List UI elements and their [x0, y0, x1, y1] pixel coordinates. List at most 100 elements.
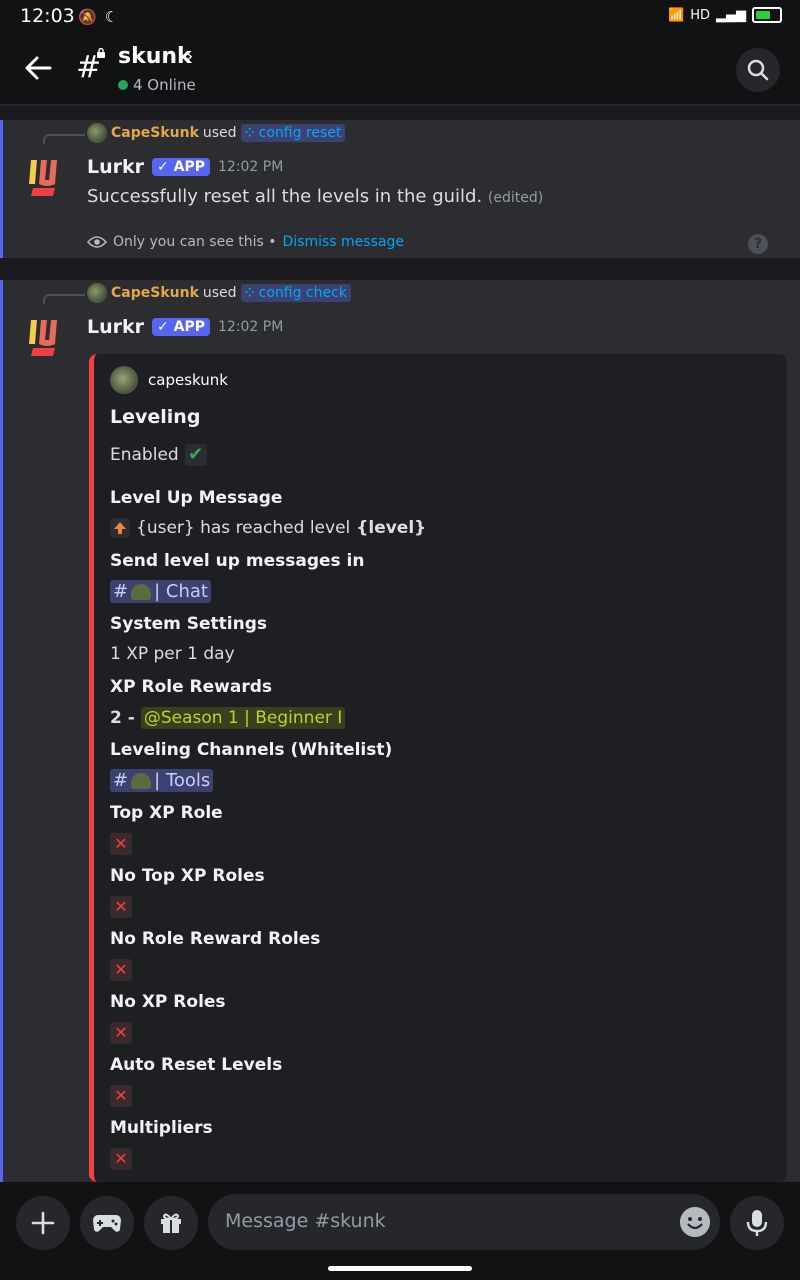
channel-mention-text: | Tools	[154, 770, 211, 791]
arrow-up-icon	[110, 518, 130, 538]
channel-name[interactable]: skunk	[118, 44, 192, 69]
field-multipliers-value: ✕	[110, 1148, 132, 1170]
ref-used-text: used	[202, 285, 237, 301]
reply-connector	[43, 134, 85, 144]
command-reference[interactable]: CapeSkunk used ⁘ config reset	[87, 123, 346, 143]
message-content: Successfully reset all the levels in the…	[87, 186, 543, 207]
field-auto-reset: Auto Reset Levels	[110, 1055, 283, 1075]
ref-username[interactable]: CapeSkunk	[111, 125, 199, 141]
message-config-reset[interactable]: CapeSkunk used ⁘ config reset Lurkr ✓ AP…	[0, 120, 800, 258]
check-icon: ✔	[184, 444, 207, 466]
helmet-icon	[131, 583, 152, 600]
command-pill[interactable]: ⁘ config reset	[240, 124, 346, 142]
timestamp: 12:02 PM	[217, 159, 284, 175]
field-system-value: 1 XP per 1 day	[110, 644, 235, 664]
field-send-in-value: # | Chat	[110, 580, 211, 603]
ephemeral-text: Only you can see this •	[113, 234, 277, 250]
role-mention[interactable]: @Season 1 | Beginner I	[140, 707, 346, 729]
message-text: Successfully reset all the levels in the…	[87, 186, 483, 207]
ref-used-text: used	[202, 125, 237, 141]
field-no-xp-roles-value: ✕	[110, 1022, 132, 1044]
gift-button[interactable]	[144, 1196, 198, 1250]
field-no-top-xp-roles: No Top XP Roles	[110, 866, 265, 886]
online-dot	[118, 80, 128, 90]
field-no-role-reward-roles: No Role Reward Roles	[110, 929, 321, 949]
command-name: config check	[258, 285, 347, 301]
avatar	[87, 283, 107, 303]
hash-icon: #	[113, 581, 129, 602]
status-right: 📶 HD ▂▄▆	[668, 7, 782, 23]
activities-button[interactable]	[80, 1196, 134, 1250]
dismiss-link[interactable]: Dismiss message	[283, 234, 404, 250]
search-icon	[747, 59, 769, 81]
embed-card: capeskunk Leveling Enabled ✔ Level Up Me…	[89, 354, 787, 1182]
slash-command-icon: ⁘	[244, 126, 255, 140]
notification-icons: 🔕 ☾	[78, 8, 118, 26]
plus-icon	[31, 1211, 55, 1235]
app-badge-text: APP	[173, 159, 205, 175]
cross-icon: ✕	[110, 959, 132, 981]
embed-author-name: capeskunk	[148, 371, 228, 389]
voice-message-button[interactable]	[730, 1196, 784, 1250]
status-time: 12:03	[20, 5, 75, 27]
field-top-xp-role: Top XP Role	[110, 803, 223, 823]
message-input[interactable]: Message #skunk	[208, 1194, 720, 1250]
channel-header: # skunk › 4 Online	[0, 34, 800, 106]
app-badge: ✓ APP	[152, 318, 210, 336]
channel-mention-chat[interactable]: # | Chat	[110, 580, 211, 603]
author-name[interactable]: Lurkr	[87, 316, 144, 338]
field-xp-role-value: 2 - @Season 1 | Beginner I	[110, 707, 346, 729]
embed-author: capeskunk	[110, 366, 228, 394]
field-auto-reset-value: ✕	[110, 1085, 132, 1107]
timestamp: 12:02 PM	[217, 319, 284, 335]
status-bar: 12:03 🔕 ☾ 📶 HD ▂▄▆	[0, 0, 800, 34]
app-badge: ✓ APP	[152, 158, 210, 176]
enabled-status: Enabled ✔	[110, 444, 207, 466]
search-button[interactable]	[736, 48, 780, 92]
moon-icon: ☾	[104, 8, 119, 26]
reply-connector	[43, 294, 85, 304]
message-config-check[interactable]: CapeSkunk used ⁘ config check Lurkr ✓ AP…	[0, 280, 800, 1182]
field-leveling-channels: Leveling Channels (Whitelist)	[110, 740, 393, 760]
command-pill[interactable]: ⁘ config check	[240, 284, 351, 302]
emoji-icon[interactable]	[680, 1207, 710, 1237]
mute-icon: 🔕	[78, 8, 97, 26]
author-row: Lurkr ✓ APP 12:02 PM	[87, 316, 283, 338]
wifi-icon: 📶	[668, 7, 685, 23]
channel-mention-tools[interactable]: # | Tools	[110, 769, 214, 792]
ref-username[interactable]: CapeSkunk	[111, 285, 199, 301]
eye-icon	[87, 236, 107, 248]
field-multipliers: Multipliers	[110, 1118, 213, 1138]
embed-author-avatar	[110, 366, 138, 394]
add-button[interactable]	[16, 1196, 70, 1250]
ephemeral-notice: Only you can see this • Dismiss message	[87, 234, 404, 250]
author-name[interactable]: Lurkr	[87, 156, 144, 178]
lurkr-avatar[interactable]	[25, 316, 69, 360]
battery-icon	[752, 7, 782, 23]
signal-icon: ▂▄▆	[716, 7, 746, 23]
lock-icon	[97, 48, 105, 58]
level-up-text: {user} has reached level	[136, 518, 351, 538]
command-reference[interactable]: CapeSkunk used ⁘ config check	[87, 283, 351, 303]
home-indicator[interactable]	[328, 1266, 472, 1271]
gift-icon	[161, 1213, 181, 1233]
app-badge-text: APP	[173, 319, 205, 335]
chevron-right-icon[interactable]: ›	[186, 46, 193, 67]
edited-label: (edited)	[487, 190, 544, 206]
lurkr-avatar[interactable]	[25, 156, 69, 200]
online-count: 4 Online	[118, 76, 196, 94]
command-name: config reset	[258, 125, 342, 141]
help-icon[interactable]: ?	[748, 234, 768, 254]
message-placeholder: Message #skunk	[225, 1210, 386, 1232]
gamepad-icon	[93, 1215, 121, 1232]
online-text: 4 Online	[133, 76, 196, 94]
field-no-xp-roles: No XP Roles	[110, 992, 226, 1012]
author-row: Lurkr ✓ APP 12:02 PM	[87, 156, 283, 178]
field-level-up-value: {user} has reached level {level}	[110, 518, 426, 538]
xp-role-level: 2 -	[110, 708, 135, 728]
cross-icon: ✕	[110, 896, 132, 918]
back-arrow-icon[interactable]	[22, 52, 54, 84]
enabled-label: Enabled	[110, 445, 179, 465]
level-up-bold: {level}	[356, 518, 427, 538]
field-top-xp-role-value: ✕	[110, 833, 132, 855]
